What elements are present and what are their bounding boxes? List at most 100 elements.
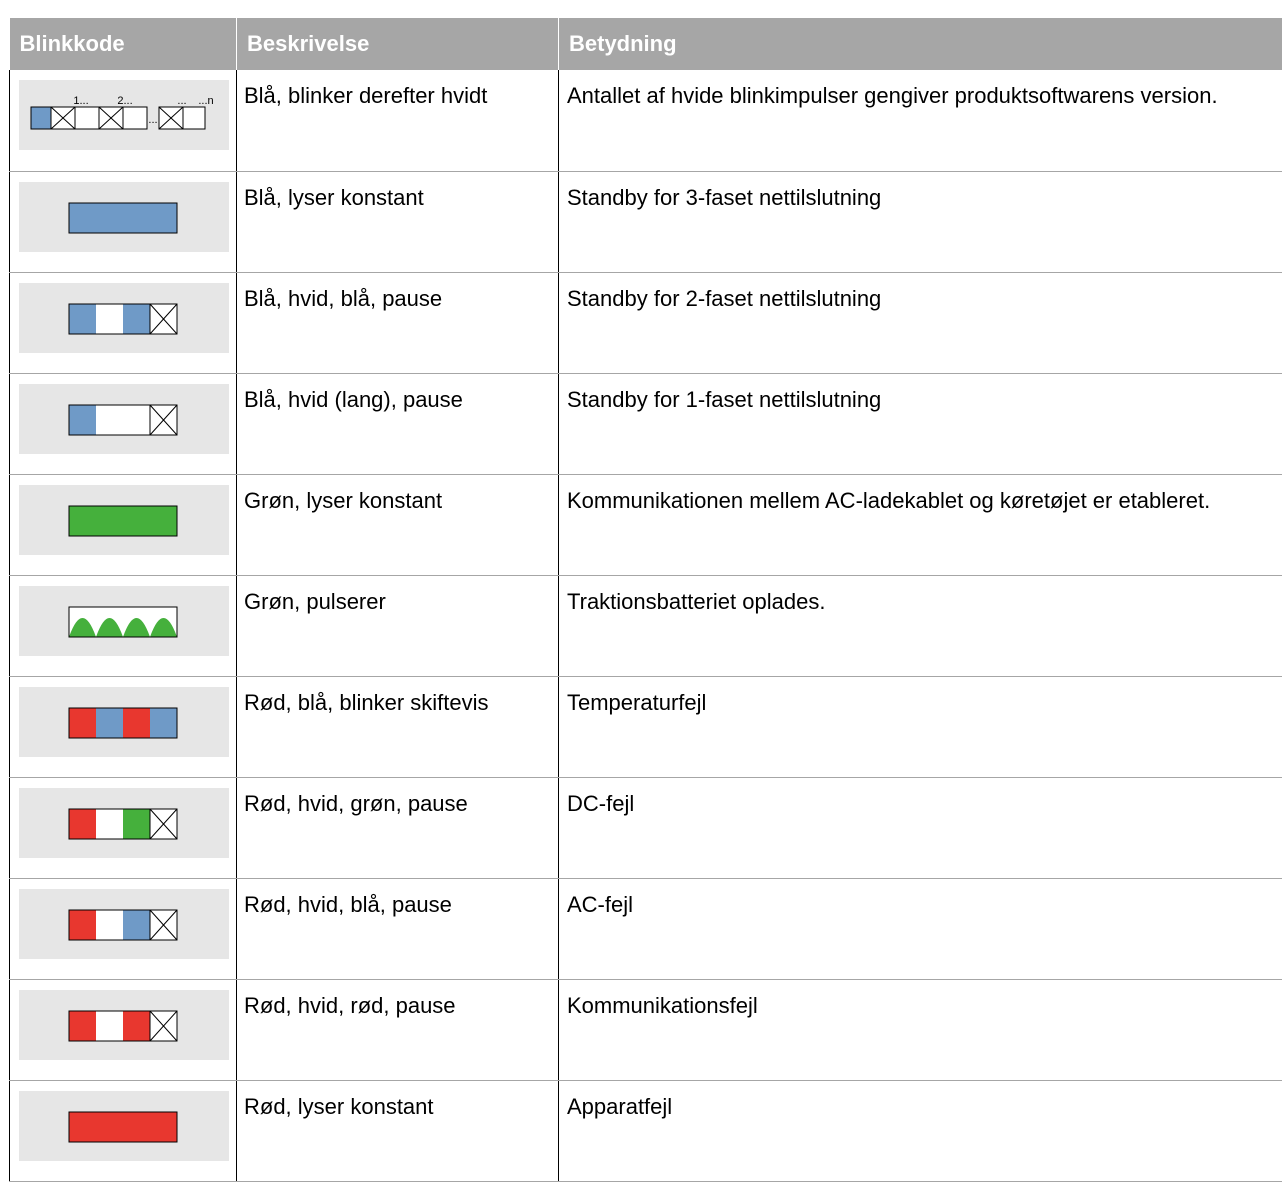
ellipsis-mark: ...	[148, 114, 157, 126]
blink-pattern-icon	[19, 283, 229, 353]
table-row: Rød, lyser konstant Apparatfejl	[10, 1080, 1282, 1181]
blink-pattern-icon	[19, 485, 229, 555]
blink-pattern-graphic	[19, 283, 229, 353]
blink-pattern-icon	[19, 889, 229, 959]
red-solid-segment	[69, 1112, 177, 1142]
description-cell: Blå, hvid, blå, pause	[237, 272, 559, 373]
header-blinkkode: Blinkkode	[10, 18, 237, 70]
blink-pattern-icon: ... 1... 2...... ...n	[19, 80, 229, 150]
white-segment	[96, 304, 123, 334]
white-segment	[183, 107, 205, 129]
blink-code-cell	[10, 373, 237, 474]
description-cell: Blå, lyser konstant	[237, 171, 559, 272]
blink-code-cell	[10, 171, 237, 272]
blink-pattern-graphic: ... 1... 2...... ...n	[19, 80, 229, 150]
pattern-label: ...	[177, 95, 186, 107]
meaning-cell: Temperaturfejl	[559, 676, 1282, 777]
blink-code-cell: ... 1... 2...... ...n	[10, 70, 237, 171]
blink-code-cell	[10, 878, 237, 979]
blue-solid-segment	[69, 203, 177, 233]
description-cell: Grøn, pulserer	[237, 575, 559, 676]
blink-pattern-icon	[19, 687, 229, 757]
description-cell: Rød, hvid, grøn, pause	[237, 777, 559, 878]
blue-segment	[123, 910, 150, 940]
white-segment	[96, 809, 123, 839]
blink-pattern-icon	[19, 1091, 229, 1161]
blink-pattern-graphic	[19, 990, 229, 1060]
blink-code-cell	[10, 1080, 237, 1181]
description-cell: Rød, lyser konstant	[237, 1080, 559, 1181]
blink-pattern-graphic	[19, 182, 229, 252]
blue-segment	[96, 708, 123, 738]
green-solid-segment	[69, 506, 177, 536]
red-segment	[69, 1011, 96, 1041]
blink-code-cell	[10, 979, 237, 1080]
table-row: Blå, hvid (lang), pause Standby for 1-fa…	[10, 373, 1282, 474]
blink-code-cell	[10, 777, 237, 878]
table-row: Blå, hvid, blå, pause Standby for 2-fase…	[10, 272, 1282, 373]
table-row: Rød, hvid, rød, pause Kommunikationsfejl	[10, 979, 1282, 1080]
table-row: Grøn, pulserer Traktionsbatteriet oplade…	[10, 575, 1282, 676]
blink-pattern-icon	[19, 586, 229, 656]
red-segment	[69, 910, 96, 940]
page-margin	[0, 0, 1282, 18]
meaning-cell: Standby for 1-faset nettilslutning	[559, 373, 1282, 474]
red-segment	[123, 1011, 150, 1041]
blink-code-cell	[10, 272, 237, 373]
blue-segment	[123, 304, 150, 334]
blink-pattern-icon	[19, 990, 229, 1060]
table-row: Rød, blå, blinker skiftevis Temperaturfe…	[10, 676, 1282, 777]
white-segment	[75, 107, 99, 129]
meaning-cell: Kommunikationsfejl	[559, 979, 1282, 1080]
green-segment	[123, 809, 150, 839]
blue-segment	[31, 107, 51, 129]
description-cell: Blå, blinker derefter hvidt	[237, 70, 559, 171]
blink-pattern-graphic	[19, 586, 229, 656]
blink-code-table: Blinkkode Beskrivelse Betydning ... 1... 2…	[9, 18, 1282, 1182]
blink-code-cell	[10, 676, 237, 777]
red-segment	[69, 708, 96, 738]
table-row: Rød, hvid, blå, pause AC-fejl	[10, 878, 1282, 979]
pattern-label: 2...	[117, 95, 132, 107]
blink-pattern-icon	[19, 384, 229, 454]
blue-segment	[69, 405, 96, 435]
blink-pattern-graphic	[19, 788, 229, 858]
description-cell: Rød, hvid, rød, pause	[237, 979, 559, 1080]
meaning-cell: Antallet af hvide blinkimpulser gengiver…	[559, 70, 1282, 171]
table-header-row: Blinkkode Beskrivelse Betydning	[10, 18, 1282, 70]
pattern-label: 1...	[73, 95, 88, 107]
blink-pattern-graphic	[19, 384, 229, 454]
meaning-cell: Standby for 2-faset nettilslutning	[559, 272, 1282, 373]
pattern-label: ...n	[198, 95, 213, 107]
table-row: Blå, lyser konstant Standby for 3-faset …	[10, 171, 1282, 272]
table-row: ... 1... 2...... ...n Blå, blinker derefter…	[10, 70, 1282, 171]
blink-code-cell	[10, 575, 237, 676]
header-betydning: Betydning	[559, 18, 1282, 70]
meaning-cell: Traktionsbatteriet oplades.	[559, 575, 1282, 676]
description-cell: Rød, blå, blinker skiftevis	[237, 676, 559, 777]
description-cell: Blå, hvid (lang), pause	[237, 373, 559, 474]
white-long-segment	[96, 405, 150, 435]
blink-pattern-icon	[19, 788, 229, 858]
meaning-cell: Apparatfejl	[559, 1080, 1282, 1181]
blink-pattern-graphic	[19, 485, 229, 555]
description-cell: Grøn, lyser konstant	[237, 474, 559, 575]
blink-pattern-icon	[19, 182, 229, 252]
red-segment	[123, 708, 150, 738]
meaning-cell: Standby for 3-faset nettilslutning	[559, 171, 1282, 272]
blink-pattern-graphic	[19, 889, 229, 959]
blink-pattern-graphic	[19, 687, 229, 757]
meaning-cell: Kommunikationen mellem AC-ladekablet og …	[559, 474, 1282, 575]
blue-segment	[150, 708, 177, 738]
description-cell: Rød, hvid, blå, pause	[237, 878, 559, 979]
white-segment	[96, 1011, 123, 1041]
blue-segment	[69, 304, 96, 334]
table-row: Rød, hvid, grøn, pause DC-fejl	[10, 777, 1282, 878]
meaning-cell: DC-fejl	[559, 777, 1282, 878]
meaning-cell: AC-fejl	[559, 878, 1282, 979]
blink-code-cell	[10, 474, 237, 575]
blink-pattern-graphic	[19, 1091, 229, 1161]
white-segment	[96, 910, 123, 940]
red-segment	[69, 809, 96, 839]
header-beskrivelse: Beskrivelse	[237, 18, 559, 70]
